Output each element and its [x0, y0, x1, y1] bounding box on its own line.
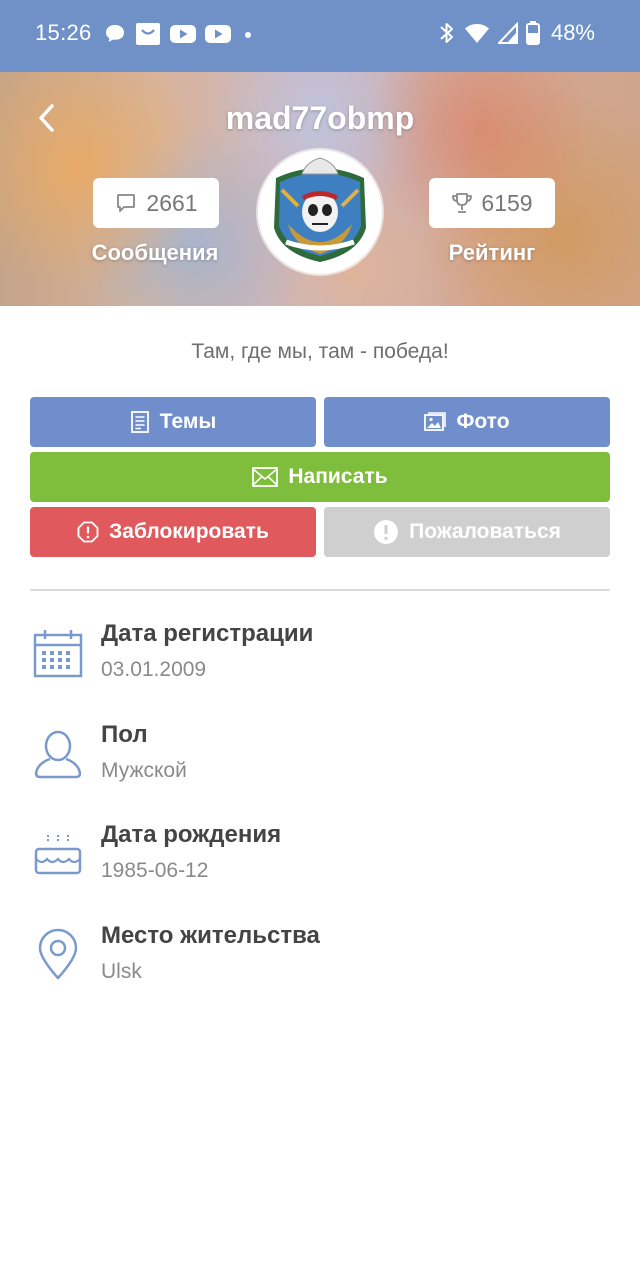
write-message-button-label: Написать — [288, 465, 388, 488]
write-message-button[interactable]: Написать — [30, 452, 610, 502]
document-icon — [130, 411, 149, 433]
block-user-button[interactable]: Заблокировать — [30, 507, 316, 557]
topics-button[interactable]: Темы — [30, 397, 316, 447]
trophy-icon — [452, 193, 473, 213]
info-item-gender: Пол Мужской — [0, 721, 640, 811]
avatar-emblem — [260, 152, 380, 272]
battery-percent: 48% — [550, 20, 595, 45]
block-octagon-icon — [77, 521, 99, 543]
youtube-icon — [205, 25, 231, 43]
messages-label: Сообщения — [91, 240, 219, 265]
notification-icons — [104, 22, 256, 46]
avatar — [258, 150, 382, 274]
topics-button-label: Темы — [159, 410, 217, 433]
profile-header: mad77obmp 2661 Сообщения 6159 Рейтинг — [0, 72, 640, 306]
rating-count-box[interactable]: 6159 — [429, 178, 555, 228]
birthday-cake-icon — [34, 835, 82, 875]
info-title: Пол — [101, 721, 148, 748]
rating-label: Рейтинг — [448, 240, 536, 265]
info-title: Дата рождения — [101, 821, 282, 848]
profile-motto: Там, где мы, там - победа! — [191, 340, 449, 363]
info-item-birth-date: Дата рождения 1985-06-12 — [0, 821, 640, 911]
status-bar: 15:26 48% — [0, 0, 640, 72]
status-time: 15:26 — [35, 20, 92, 45]
exclamation-circle-icon — [374, 520, 399, 544]
block-user-button-label: Заблокировать — [109, 520, 269, 543]
messages-count: 2661 — [146, 189, 198, 216]
info-item-location: Место жительства Ulsk — [0, 922, 640, 1012]
info-value: 1985-06-12 — [101, 859, 209, 882]
shopping-bag-icon — [136, 23, 160, 45]
profile-username: mad77obmp — [225, 100, 415, 136]
system-icons — [438, 20, 540, 46]
info-item-registration-date: Дата регистрации 03.01.2009 — [0, 620, 640, 710]
divider — [30, 589, 610, 591]
calendar-icon — [33, 630, 83, 678]
info-value: Ulsk — [101, 960, 142, 983]
wifi-icon — [465, 24, 489, 43]
report-user-button[interactable]: Пожаловаться — [324, 507, 610, 557]
messages-count-box[interactable]: 2661 — [93, 178, 219, 228]
bluetooth-icon — [440, 23, 453, 43]
rating-count: 6159 — [481, 189, 533, 216]
info-value: Мужской — [101, 759, 187, 782]
user-icon — [34, 730, 82, 779]
youtube-icon — [170, 25, 196, 43]
envelope-icon — [252, 467, 279, 487]
photo-button-label: Фото — [456, 410, 510, 433]
photo-icon — [424, 412, 447, 431]
info-title: Дата регистрации — [101, 620, 314, 647]
comment-icon — [117, 194, 136, 212]
photo-button[interactable]: Фото — [324, 397, 610, 447]
dot-icon — [245, 32, 251, 38]
info-value: 03.01.2009 — [101, 658, 207, 681]
chat-icon — [106, 25, 124, 42]
signal-icon — [498, 22, 518, 44]
battery-icon — [526, 21, 540, 45]
info-title: Место жительства — [101, 922, 320, 949]
report-user-button-label: Пожаловаться — [409, 520, 561, 543]
location-pin-icon — [38, 928, 78, 980]
